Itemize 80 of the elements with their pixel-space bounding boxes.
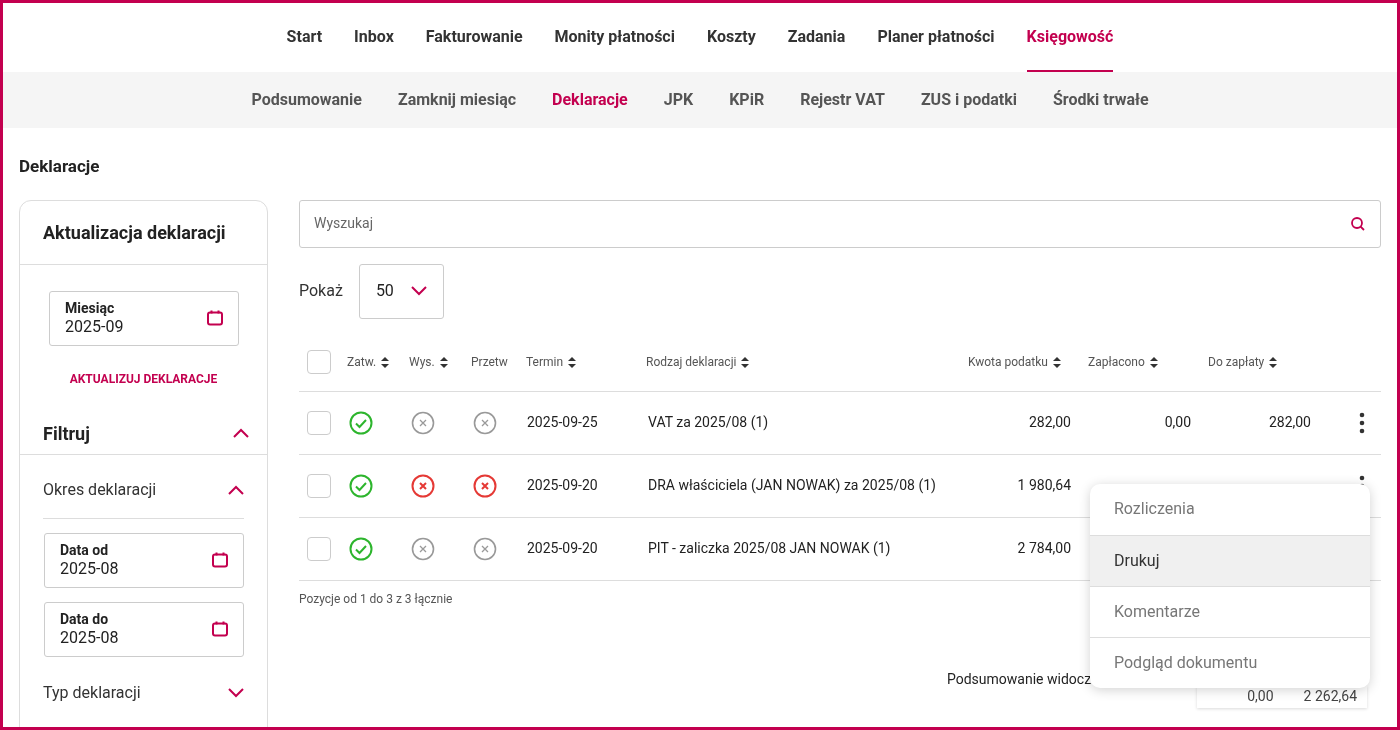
- field-value: 2025-09: [65, 317, 124, 336]
- nav-tab[interactable]: Planer płatności: [877, 3, 995, 72]
- group-title[interactable]: Okres deklaracji: [43, 478, 157, 502]
- page-size-label: Pokaż: [299, 280, 343, 302]
- chevron-up-icon[interactable]: [233, 428, 249, 438]
- table-cell: 2025-09-20: [527, 477, 598, 493]
- page-size-select[interactable]: 50: [358, 263, 444, 319]
- subnav-tab[interactable]: Podsumowanie: [251, 88, 362, 112]
- menu-item[interactable]: Drukuj: [1090, 534, 1370, 586]
- sort-icon[interactable]: [741, 356, 750, 368]
- column-header[interactable]: Do zapłaty: [1208, 353, 1278, 371]
- column-header: Przetw: [471, 354, 508, 371]
- subnav-tab[interactable]: ZUS i podatki: [920, 88, 1017, 112]
- sort-icon[interactable]: [439, 356, 448, 368]
- column-header[interactable]: Kwota podatku: [968, 353, 1061, 371]
- table-cell: VAT za 2025/08 (1): [648, 414, 769, 430]
- column-header[interactable]: Termin: [526, 353, 577, 371]
- nav-tab[interactable]: Zadania: [787, 3, 846, 72]
- nav-tab[interactable]: Fakturowanie: [425, 3, 523, 72]
- date-field[interactable]: Data od 2025-08: [44, 532, 244, 588]
- sort-icon[interactable]: [1269, 356, 1278, 368]
- checkbox[interactable]: [307, 410, 331, 435]
- group-title[interactable]: Typ deklaracji: [43, 680, 141, 705]
- more-options-icon[interactable]: [1359, 411, 1365, 434]
- subnav-tab[interactable]: KPiR: [729, 88, 765, 112]
- summary-label: Podsumowanie widocz: [947, 669, 1090, 689]
- field-label: Data do: [60, 611, 110, 628]
- table-cell-text: 282,00: [1028, 413, 1071, 432]
- field-value: 2025-08: [60, 628, 119, 647]
- chevron-down-icon[interactable]: [228, 687, 244, 698]
- sort-icon[interactable]: [1149, 356, 1158, 368]
- sort-icon[interactable]: [568, 356, 577, 368]
- search-field[interactable]: Wyszukaj: [299, 199, 1381, 248]
- subnav-tab[interactable]: Zamknij miesiąc: [397, 88, 517, 112]
- subnav-tab[interactable]: Rejestr VAT: [800, 88, 885, 112]
- search-icon[interactable]: [1350, 215, 1366, 232]
- sort-icon[interactable]: [381, 356, 390, 368]
- panel-title: Aktualizacja deklaracji: [20, 200, 267, 265]
- menu-item[interactable]: Rozliczenia: [1090, 483, 1370, 535]
- subnav-tab[interactable]: JPK: [663, 88, 694, 112]
- subnav-tab[interactable]: Środki trwałe: [1053, 88, 1149, 112]
- table-cell-text: 2 784,00: [1017, 539, 1071, 558]
- page-title: Deklaracje: [19, 155, 101, 178]
- menu-item[interactable]: Komentarze: [1090, 585, 1370, 637]
- caret-icon[interactable]: [410, 286, 427, 296]
- field-label: Miesiąc: [65, 300, 116, 317]
- table-cell: 2025-09-25: [527, 414, 598, 430]
- subnav-tab[interactable]: Deklaracje: [552, 88, 628, 112]
- sort-icon[interactable]: [1052, 356, 1061, 368]
- table-cell-text: 0,00: [1164, 413, 1191, 432]
- date-field[interactable]: Miesiąc 2025-09: [49, 290, 239, 346]
- pagination-info: Pozycje od 1 do 3 z 3 łącznie: [299, 590, 453, 608]
- date-field[interactable]: Data do 2025-08: [44, 601, 244, 657]
- table-cell-text: 1 980,64: [1017, 476, 1071, 495]
- checkbox[interactable]: [307, 473, 331, 498]
- column-header[interactable]: Rodzaj deklaracji: [646, 353, 750, 371]
- summary-value: 2 262,64: [1303, 687, 1357, 706]
- nav-tab[interactable]: Start: [286, 3, 323, 72]
- field-value: 2025-08: [60, 559, 119, 578]
- nav-tab[interactable]: Monity płatności: [554, 3, 675, 72]
- table-cell: 2025-09-20: [527, 540, 598, 556]
- column-header[interactable]: Wys.: [409, 353, 448, 371]
- nav-tab[interactable]: Inbox: [354, 3, 394, 72]
- calendar-icon[interactable]: [211, 551, 229, 569]
- checkbox[interactable]: [307, 536, 331, 561]
- column-header[interactable]: Zapłacono: [1088, 353, 1158, 371]
- chevron-up-icon[interactable]: [228, 485, 244, 495]
- section-title: Filtruj: [43, 421, 90, 446]
- calendar-icon[interactable]: [211, 620, 229, 638]
- checkbox[interactable]: [307, 350, 331, 374]
- table-cell: DRA właściciela (JAN NOWAK) za 2025/08 (1): [648, 477, 936, 493]
- column-header[interactable]: Zatw.: [347, 353, 390, 371]
- nav-tab[interactable]: Koszty: [706, 3, 756, 72]
- calendar-icon[interactable]: [206, 309, 224, 327]
- summary-value: 0,00: [1247, 687, 1274, 706]
- table-cell-text: 282,00: [1268, 413, 1311, 432]
- update-button[interactable]: AKTUALIZUJ DEKLARACJE: [69, 369, 218, 388]
- field-label: Data od: [60, 542, 110, 559]
- menu-item[interactable]: Podgląd dokumentu: [1090, 636, 1370, 688]
- table-cell: PIT - zaliczka 2025/08 JAN NOWAK (1): [648, 540, 891, 556]
